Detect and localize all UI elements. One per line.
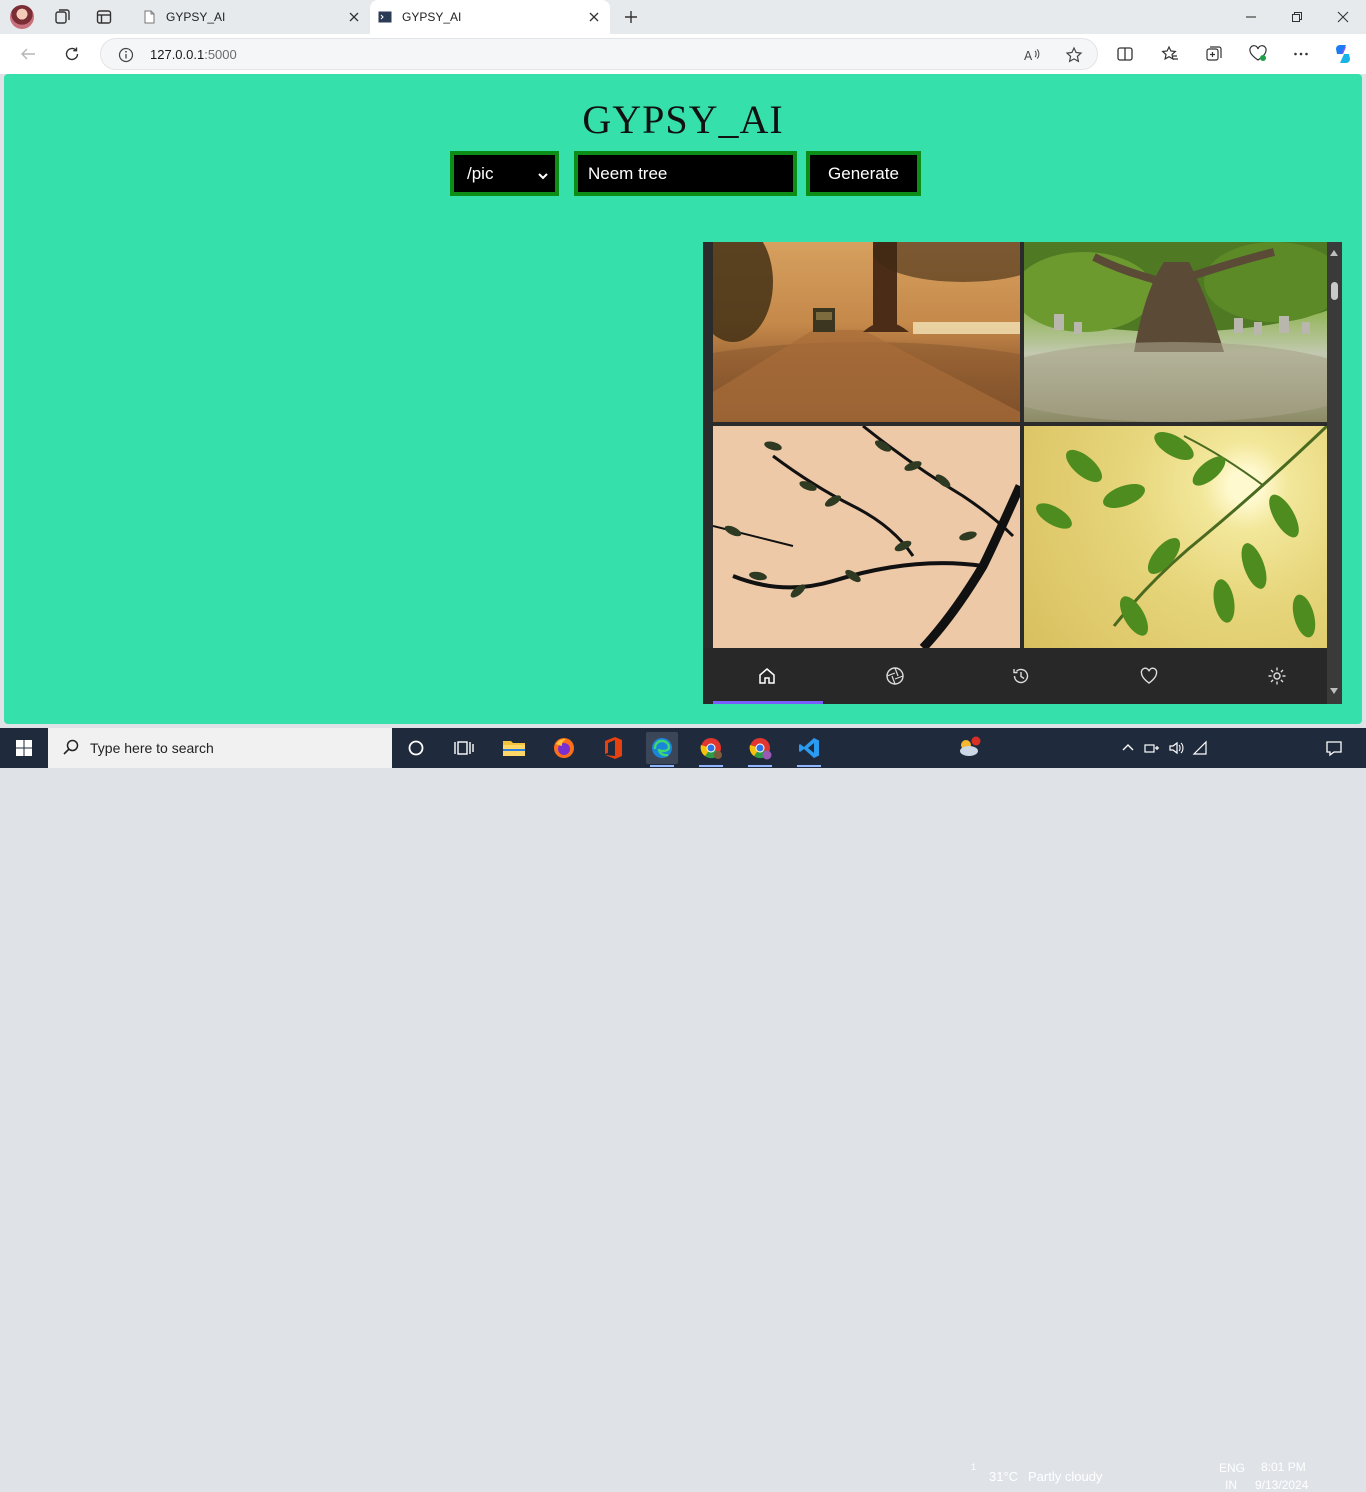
- browser-toolbar: 127.0.0.1:5000 A: [0, 34, 1366, 74]
- vscode-icon[interactable]: [793, 732, 825, 767]
- chevron-down-icon: [537, 167, 549, 187]
- mode-select[interactable]: /pic: [450, 151, 559, 196]
- url-host: 127.0.0.1: [150, 47, 205, 62]
- firefox-icon[interactable]: [548, 732, 580, 764]
- back-icon[interactable]: [17, 43, 39, 65]
- weather-condition[interactable]: Partly cloudy: [1028, 1469, 1102, 1484]
- workspaces-icon[interactable]: [50, 6, 74, 28]
- region-code[interactable]: IN: [1225, 1478, 1237, 1492]
- chevron-up-icon[interactable]: [1118, 732, 1138, 764]
- close-tab-icon[interactable]: [586, 9, 602, 25]
- address-bar[interactable]: 127.0.0.1:5000 A: [100, 38, 1098, 70]
- volume-icon[interactable]: [1166, 732, 1186, 764]
- weather-icon[interactable]: [952, 732, 984, 764]
- notification-badge: 1: [971, 1462, 977, 1472]
- profile-avatar[interactable]: [10, 5, 34, 29]
- branch-silhouette-image[interactable]: [713, 426, 1020, 648]
- scroll-up-icon[interactable]: [1330, 250, 1338, 256]
- favorites-icon[interactable]: [1159, 43, 1181, 65]
- wifi-icon[interactable]: [1190, 732, 1210, 764]
- url-port: :5000: [204, 47, 237, 62]
- tab-title: GYPSY_AI: [166, 10, 226, 24]
- notifications-icon[interactable]: [1318, 732, 1350, 764]
- page-title: GYPSY_AI: [582, 97, 784, 142]
- cortana-icon[interactable]: [400, 732, 432, 764]
- more-options-icon[interactable]: [1290, 43, 1312, 65]
- scrollbar-thumb[interactable]: [1331, 282, 1338, 300]
- home-icon[interactable]: [753, 662, 781, 690]
- read-aloud-icon[interactable]: A: [1021, 44, 1043, 66]
- network-icon[interactable]: [1142, 732, 1162, 764]
- active-nav-indicator: [713, 701, 823, 704]
- prompt-input-value: Neem tree: [588, 163, 668, 183]
- gallery-scrollbar[interactable]: [1327, 242, 1342, 704]
- close-window-icon[interactable]: [1333, 7, 1353, 27]
- office-icon[interactable]: [597, 732, 629, 764]
- taskbar-search-box[interactable]: Type here to search: [48, 728, 392, 768]
- collections-icon[interactable]: [1203, 43, 1225, 65]
- clock-time[interactable]: 8:01 PM: [1261, 1460, 1306, 1474]
- split-screen-icon[interactable]: [1114, 43, 1136, 65]
- edge-icon[interactable]: [646, 732, 678, 767]
- sunlit-leaves-image[interactable]: [1024, 426, 1327, 648]
- chrome-icon[interactable]: [695, 732, 727, 767]
- minimize-icon[interactable]: [1241, 7, 1261, 27]
- heart-icon[interactable]: [1135, 662, 1163, 690]
- restore-icon[interactable]: [1287, 7, 1307, 27]
- tab-gypsy-ai-1[interactable]: GYPSY_AI: [134, 0, 370, 34]
- tab-title: GYPSY_AI: [402, 10, 462, 24]
- language-code[interactable]: ENG: [1219, 1461, 1245, 1475]
- history-icon[interactable]: [1007, 662, 1035, 690]
- aperture-icon[interactable]: [881, 662, 909, 690]
- settings-icon[interactable]: [1263, 662, 1291, 690]
- prompt-input[interactable]: Neem tree: [574, 151, 797, 196]
- url-text: 127.0.0.1:5000: [150, 47, 237, 62]
- site-info-icon[interactable]: [115, 44, 137, 66]
- gallery-bottom-nav: [703, 648, 1327, 704]
- page-viewport: GYPSY_AI /pic Neem tree Generate: [4, 74, 1362, 724]
- close-tab-icon[interactable]: [346, 9, 362, 25]
- browser-tab-strip: GYPSY_AI GYPSY_AI: [0, 0, 1366, 34]
- dusty-road-tree-image[interactable]: [713, 242, 1020, 422]
- weather-temp[interactable]: 31°C: [989, 1469, 1018, 1484]
- page-icon: [142, 10, 156, 24]
- search-icon: [62, 738, 80, 759]
- generate-button[interactable]: Generate: [806, 151, 921, 196]
- mode-select-value: /pic: [467, 163, 494, 183]
- file-explorer-icon[interactable]: [498, 732, 530, 764]
- svg-text:A: A: [1024, 49, 1033, 63]
- terminal-icon: [378, 10, 392, 24]
- browser-essentials-icon[interactable]: [1247, 43, 1269, 65]
- search-placeholder: Type here to search: [90, 740, 214, 756]
- refresh-icon[interactable]: [61, 43, 83, 65]
- windows-taskbar: Type here to search 1 31°C Partly cloudy: [0, 728, 1366, 1492]
- new-tab-icon[interactable]: [620, 6, 642, 28]
- tab-gypsy-ai-2[interactable]: GYPSY_AI: [370, 0, 610, 34]
- graveyard-tree-image[interactable]: [1024, 242, 1327, 422]
- windows-start-icon[interactable]: [0, 728, 48, 768]
- chrome-profile-icon[interactable]: [744, 732, 776, 767]
- scroll-down-icon[interactable]: [1330, 688, 1338, 694]
- favorite-star-icon[interactable]: [1063, 44, 1085, 66]
- task-view-icon[interactable]: [448, 732, 480, 764]
- image-gallery: [703, 242, 1342, 704]
- tab-actions-icon[interactable]: [92, 6, 116, 28]
- copilot-icon[interactable]: [1332, 43, 1354, 65]
- clock-date[interactable]: 9/13/2024: [1255, 1478, 1308, 1492]
